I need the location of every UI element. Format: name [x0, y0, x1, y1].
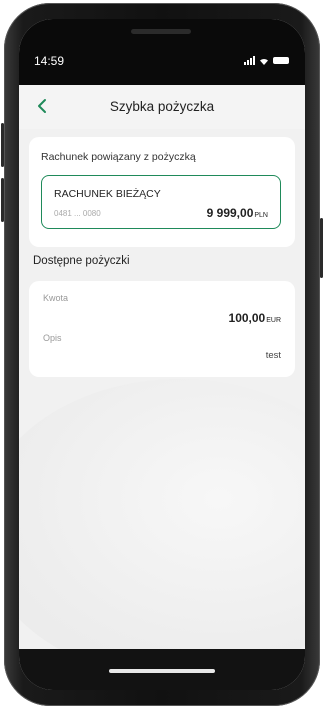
wifi-icon	[260, 58, 268, 65]
loan-offer-card[interactable]: Kwota 100,00EUR Opis test	[29, 281, 295, 377]
bottom-bar	[19, 649, 305, 690]
app-header: Szybka pożyczka	[19, 85, 305, 129]
description-label: Opis	[43, 333, 62, 343]
signal-icon	[244, 56, 255, 65]
account-balance: 9 999,00PLN	[207, 206, 268, 220]
linked-account-card: Rachunek powiązany z pożyczką RACHUNEK B…	[29, 137, 295, 247]
phone-side-button-left-lower	[1, 178, 4, 222]
app-screen: 14:59 Szybka pożyczka Rachunek powiązany…	[19, 19, 305, 690]
status-icons	[244, 56, 289, 65]
amount-label: Kwota	[43, 293, 69, 303]
phone-side-button-right	[320, 218, 323, 278]
available-loans-title: Dostępne pożyczki	[33, 255, 130, 267]
status-time: 14:59	[34, 54, 65, 68]
amount-value: 100,00EUR	[229, 311, 281, 325]
account-number: 0481 ... 0080	[54, 209, 101, 218]
speaker-notch	[131, 29, 191, 34]
account-name: RACHUNEK BIEŻĄCY	[54, 188, 161, 200]
amount-number: 100,00	[228, 311, 266, 325]
account-balance-currency: PLN	[254, 212, 268, 219]
amount-currency: EUR	[266, 317, 281, 324]
account-selector[interactable]: RACHUNEK BIEŻĄCY 0481 ... 0080 9 999,00P…	[41, 175, 281, 229]
home-indicator[interactable]	[109, 669, 215, 673]
phone-frame: 14:59 Szybka pożyczka Rachunek powiązany…	[1, 3, 323, 706]
battery-icon	[273, 57, 289, 64]
linked-account-label: Rachunek powiązany z pożyczką	[41, 151, 196, 163]
account-balance-amount: 9 999,00	[206, 206, 254, 220]
status-bar: 14:59	[19, 19, 305, 85]
phone-side-button-left	[1, 123, 4, 167]
page-title: Szybka pożyczka	[109, 99, 215, 114]
background-decoration	[19, 379, 305, 679]
description-value: test	[265, 350, 281, 361]
